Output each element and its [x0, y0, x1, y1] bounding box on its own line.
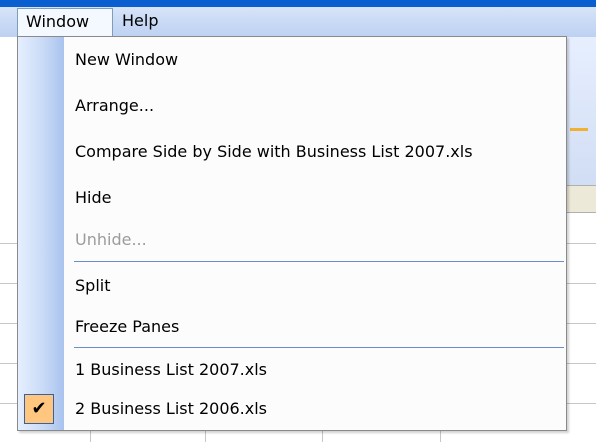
menu-item-unhide: Unhide...: [75, 230, 147, 249]
menu-bar: Window Help: [0, 0, 596, 37]
menu-item-window-1[interactable]: 1 Business List 2007.xls: [64, 350, 564, 390]
menu-item-window-2[interactable]: 2 Business List 2006.xls: [64, 389, 564, 429]
fill-color-icon[interactable]: [570, 112, 588, 131]
menu-item-split[interactable]: Split: [64, 266, 564, 306]
window-title-strip: [0, 0, 596, 7]
menu-item-new-window[interactable]: New Window: [64, 40, 564, 80]
menu-separator: [74, 261, 564, 262]
menu-item-arrange[interactable]: Arrange...: [64, 86, 564, 126]
menu-item-compare-side-by-side[interactable]: Compare Side by Side with Business List …: [64, 132, 564, 172]
menu-help[interactable]: Help: [114, 8, 178, 36]
menu-item-freeze-panes[interactable]: Freeze Panes: [64, 307, 564, 347]
menu-item-hide[interactable]: Hide: [64, 178, 564, 218]
menu-window[interactable]: Window: [17, 8, 113, 36]
menu-icon-gutter: [18, 37, 64, 430]
menu-separator: [74, 347, 564, 348]
checkmark-icon: ✔: [24, 394, 54, 424]
column-header-edge: [566, 185, 596, 213]
window-menu-dropdown: New Window Arrange... Compare Side by Si…: [17, 36, 567, 431]
